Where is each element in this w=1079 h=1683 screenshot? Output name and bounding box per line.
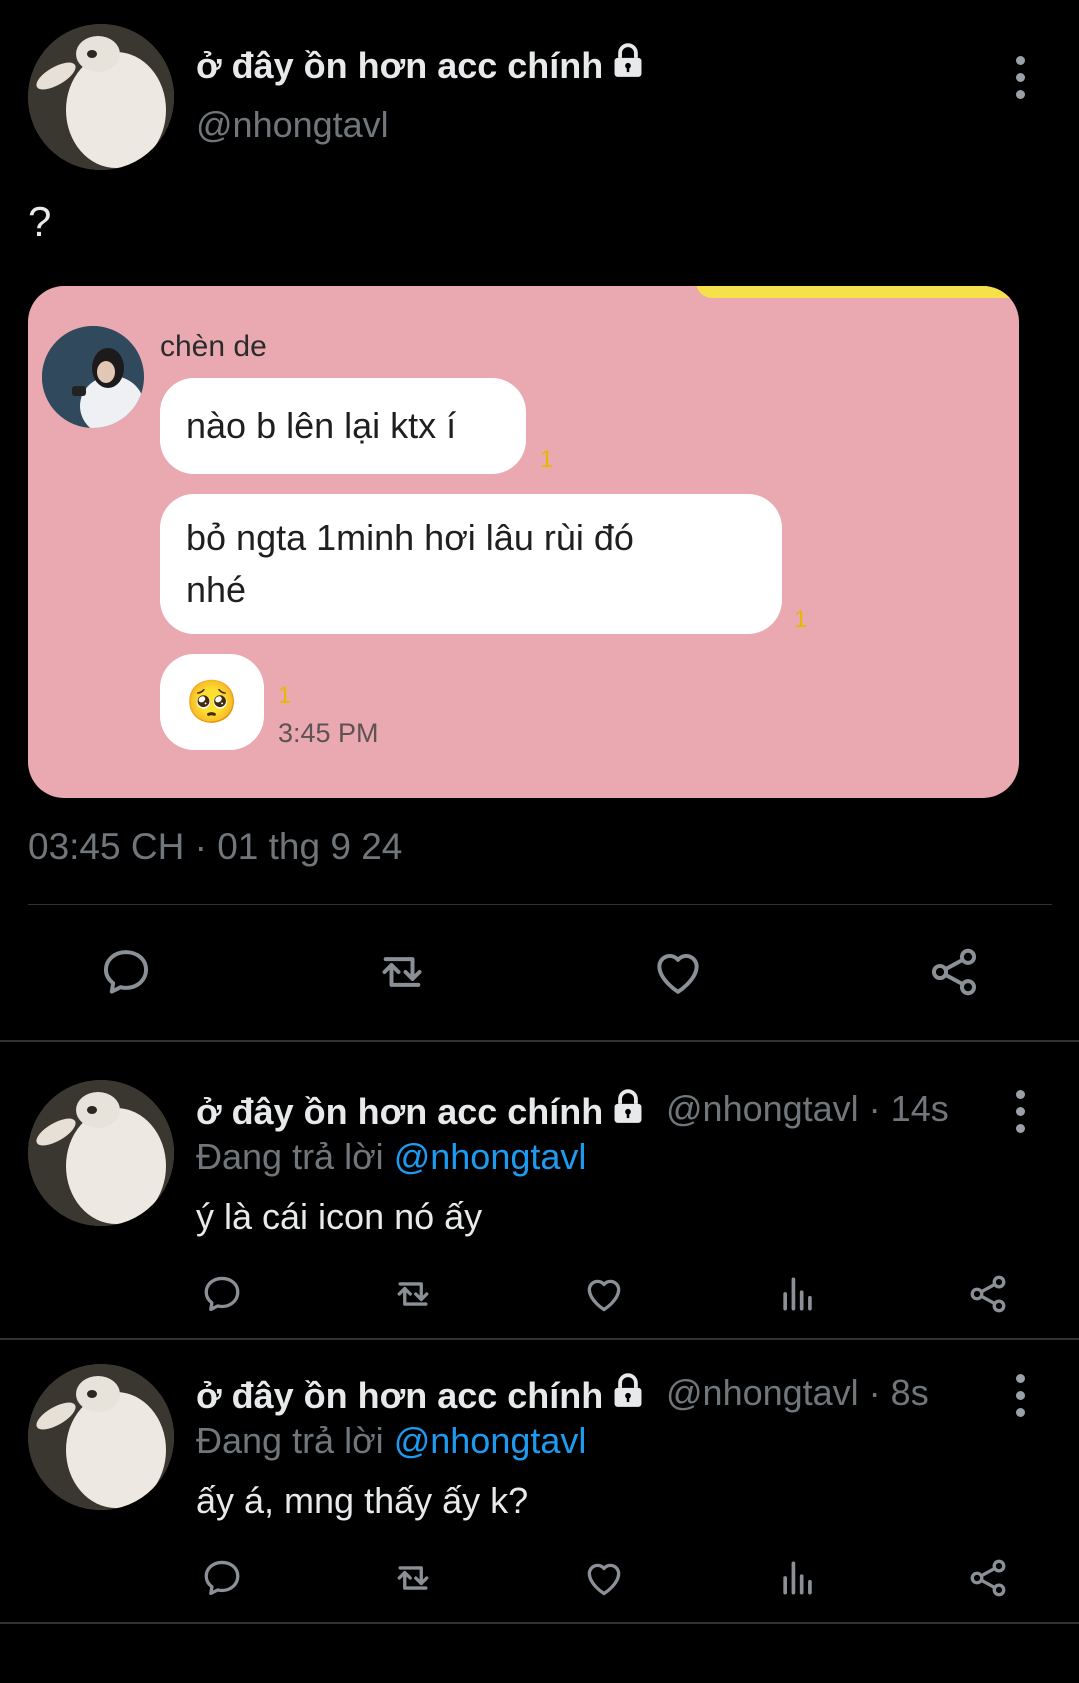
- more-vertical-icon[interactable]: [1014, 1374, 1026, 1425]
- heart-icon[interactable]: [650, 944, 706, 1000]
- read-count: 1: [794, 606, 808, 633]
- mention-link[interactable]: @nhongtavl: [394, 1420, 587, 1461]
- mention-link[interactable]: @nhongtavl: [394, 1136, 587, 1177]
- pleading-face-emoji: 🥺: [185, 678, 239, 725]
- cat-photo: [28, 1364, 174, 1510]
- chat-message-text: bỏ ngta 1minh hơi lâu rùi đó: [186, 517, 634, 558]
- retweet-icon[interactable]: [388, 1556, 438, 1600]
- retweet-icon[interactable]: [370, 944, 434, 1000]
- replying-label: Đang trả lời: [196, 1420, 384, 1461]
- display-name-text: ở đây ồn hơn acc chính: [196, 45, 604, 86]
- heart-icon[interactable]: [582, 1272, 626, 1316]
- chat-bubble: bỏ ngta 1minh hơi lâu rùi đó nhé: [160, 494, 782, 634]
- more-vertical-icon[interactable]: [1014, 1090, 1026, 1141]
- views-icon[interactable]: [776, 1272, 820, 1316]
- replying-label: Đang trả lời: [196, 1136, 384, 1177]
- replying-to: Đang trả lời @nhongtavl: [196, 1420, 586, 1462]
- handle[interactable]: @nhongtavl: [196, 104, 389, 146]
- replying-to: Đang trả lời @nhongtavl: [196, 1136, 586, 1178]
- tweet-timestamp[interactable]: 03:45 CH · 01 thg 9 24: [28, 826, 402, 868]
- section-divider: [0, 1622, 1079, 1624]
- chat-bubble: nào b lên lại ktx í: [160, 378, 526, 474]
- heart-icon[interactable]: [582, 1556, 626, 1600]
- reply-icon[interactable]: [98, 944, 154, 1000]
- read-count: 1: [540, 446, 554, 473]
- reply-icon[interactable]: [200, 1556, 244, 1600]
- lock-icon: [609, 1088, 647, 1135]
- cat-photo: [28, 24, 174, 170]
- divider: [28, 904, 1052, 905]
- display-name[interactable]: ở đây ồn hơn acc chính: [196, 1088, 647, 1135]
- lock-icon: [609, 42, 647, 89]
- chat-avatar: [42, 326, 144, 428]
- cat-photo: [28, 1080, 174, 1226]
- avatar[interactable]: [28, 1364, 174, 1510]
- chat-highlight-bar: [696, 286, 1019, 298]
- display-name[interactable]: ở đây ồn hơn acc chính: [196, 42, 647, 89]
- tweet-text: ý là cái icon nó ấy: [196, 1196, 483, 1237]
- chat-sender-name: chèn de: [160, 330, 267, 363]
- display-name-text: ở đây ồn hơn acc chính: [196, 1091, 604, 1132]
- lock-icon: [609, 1372, 647, 1419]
- more-vertical-icon[interactable]: [1014, 56, 1026, 107]
- section-divider: [0, 1338, 1079, 1340]
- share-icon[interactable]: [966, 1556, 1010, 1600]
- avatar[interactable]: [28, 24, 174, 170]
- avatar[interactable]: [28, 1080, 174, 1226]
- chat-time: 3:45 PM: [278, 718, 379, 748]
- reply-icon[interactable]: [200, 1272, 244, 1316]
- retweet-icon[interactable]: [388, 1272, 438, 1316]
- share-icon[interactable]: [966, 1272, 1010, 1316]
- display-name-text: ở đây ồn hơn acc chính: [196, 1375, 604, 1416]
- handle-and-time[interactable]: @nhongtavl · 8s: [666, 1372, 929, 1414]
- chat-bubble: 🥺: [160, 654, 264, 750]
- tweet-text: ?: [28, 198, 52, 245]
- tweet-text: ấy á, mng thấy ấy k?: [196, 1480, 529, 1521]
- display-name[interactable]: ở đây ồn hơn acc chính: [196, 1372, 647, 1419]
- chat-message-text: nhé: [186, 569, 247, 610]
- chat-message-text: nào b lên lại ktx í: [186, 405, 457, 446]
- attached-image[interactable]: chèn de nào b lên lại ktx í 1 bỏ ngta 1m…: [28, 286, 1019, 798]
- share-icon[interactable]: [926, 944, 982, 1000]
- section-divider: [0, 1040, 1079, 1042]
- handle-and-time[interactable]: @nhongtavl · 14s: [666, 1088, 949, 1130]
- views-icon[interactable]: [776, 1556, 820, 1600]
- read-count: 1: [278, 682, 292, 709]
